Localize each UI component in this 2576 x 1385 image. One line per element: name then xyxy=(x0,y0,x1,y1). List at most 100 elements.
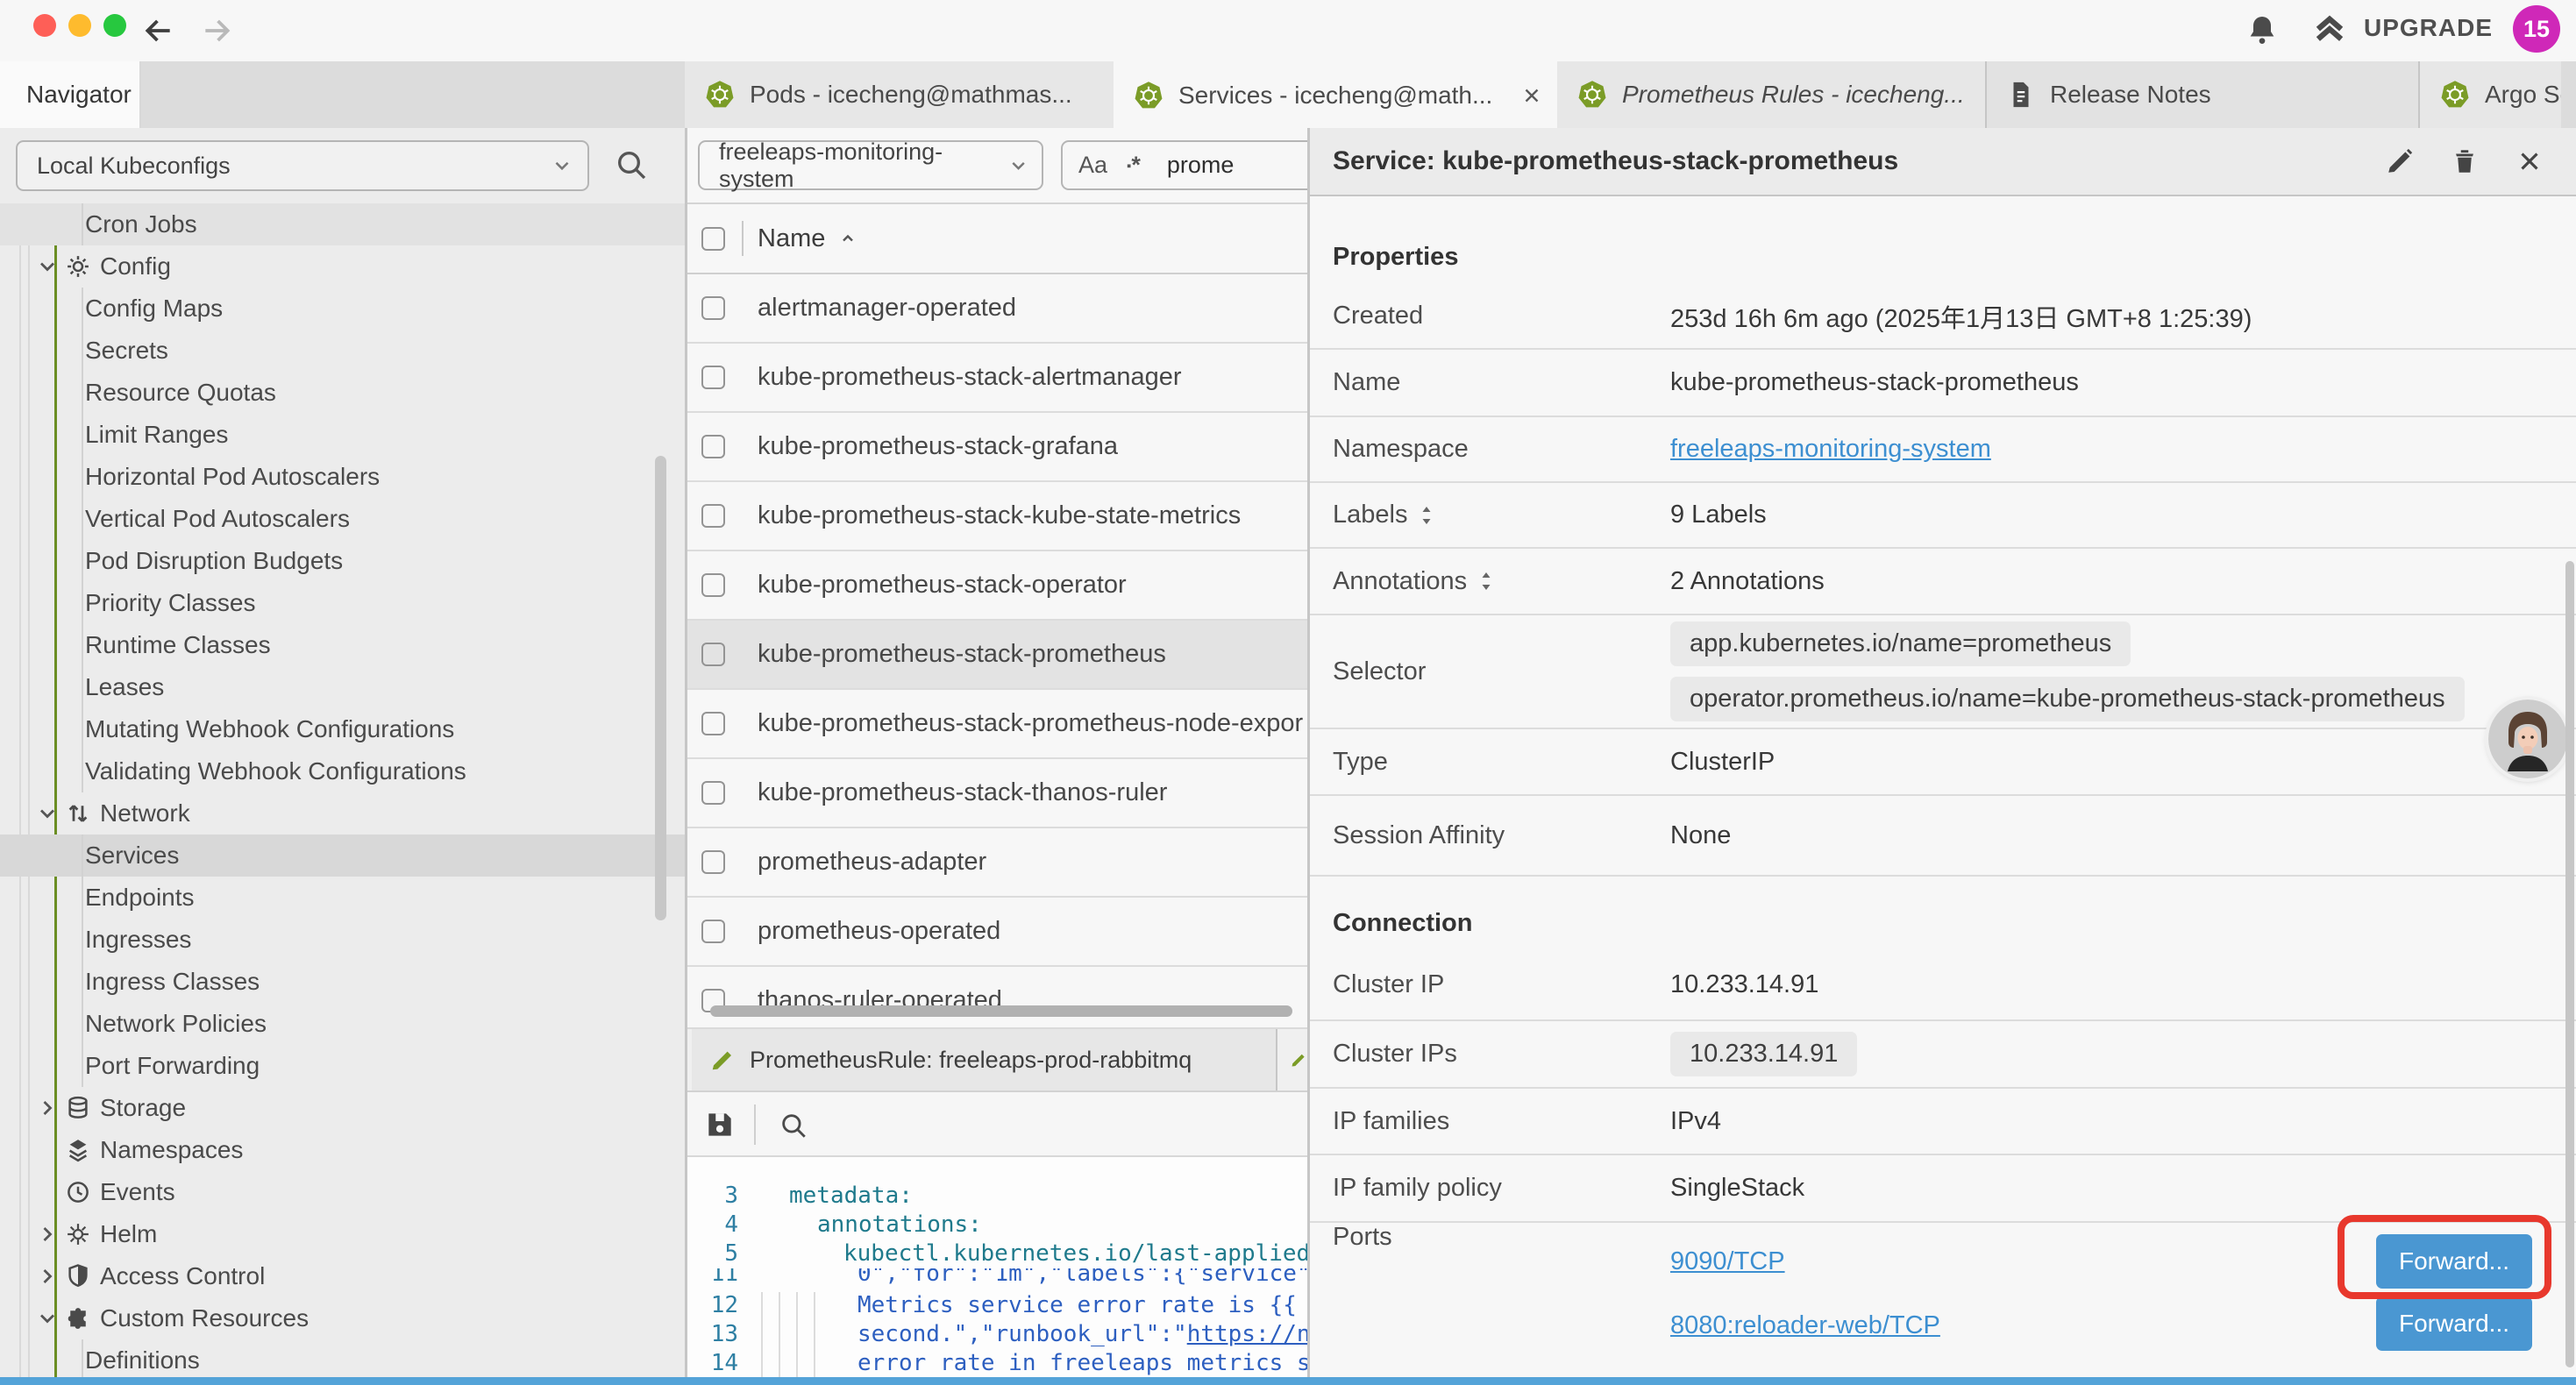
forward-button-8080-reloader-web-tcp[interactable]: Forward... xyxy=(2376,1296,2532,1351)
sidebar-item-definitions[interactable]: Definitions xyxy=(0,1339,685,1378)
sidebar-item-validating-webhook-configurations[interactable]: Validating Webhook Configurations xyxy=(0,750,685,792)
namespace-link[interactable]: freeleaps-monitoring-system xyxy=(1670,435,1991,463)
sidebar-item-network-policies[interactable]: Network Policies xyxy=(0,1003,685,1045)
sidebar-item-custom-resources[interactable]: Custom Resources xyxy=(0,1297,685,1339)
sidebar-item-events[interactable]: Events xyxy=(0,1171,685,1213)
sidebar-item-mutating-webhook-configurations[interactable]: Mutating Webhook Configurations xyxy=(0,708,685,750)
horizontal-scrollbar-thumb[interactable] xyxy=(710,1005,1292,1017)
user-avatar[interactable] xyxy=(2488,700,2567,778)
upgrade-icon[interactable] xyxy=(2311,11,2348,48)
search-input[interactable]: Aa ▪* prome xyxy=(1061,140,1307,190)
runbook-url-link[interactable]: https://net xyxy=(1187,1321,1307,1347)
close-window-button[interactable] xyxy=(33,14,56,37)
sidebar-item-priority-classes[interactable]: Priority Classes xyxy=(0,582,685,624)
row-checkbox[interactable] xyxy=(701,296,725,320)
name-column-header[interactable]: Name xyxy=(758,224,858,253)
bell-icon[interactable] xyxy=(2245,12,2280,47)
sort-updown-icon[interactable] xyxy=(1476,570,1497,593)
sidebar-item-runtime-classes[interactable]: Runtime Classes xyxy=(0,624,685,666)
sidebar-item-config[interactable]: Config xyxy=(0,245,685,288)
editor-tab-next[interactable] xyxy=(1277,1029,1307,1090)
tab-prometheus-rules-icecheng[interactable]: Prometheus Rules - icecheng... xyxy=(1557,61,1985,128)
sidebar-item-endpoints[interactable]: Endpoints xyxy=(0,877,685,919)
sidebar-item-leases[interactable]: Leases xyxy=(0,666,685,708)
table-row-kube-prometheus-stack-operator[interactable]: kube-prometheus-stack-operator xyxy=(687,551,1307,621)
tab-argo-se[interactable]: Argo Se xyxy=(2420,61,2561,128)
editor-tab-prometheusrule[interactable]: PrometheusRule: freeleaps-prod-rabbitmq xyxy=(692,1029,1277,1090)
navigator-panel-tab[interactable]: Navigator xyxy=(0,61,141,128)
minimize-window-button[interactable] xyxy=(68,14,91,37)
chevron-right-icon[interactable] xyxy=(35,1222,65,1246)
sidebar-search-icon[interactable] xyxy=(614,147,649,182)
chevron-down-icon[interactable] xyxy=(35,1306,65,1331)
chevron-down-icon[interactable] xyxy=(35,801,65,826)
row-checkbox[interactable] xyxy=(701,504,725,528)
sidebar-item-namespaces[interactable]: Namespaces xyxy=(0,1129,685,1171)
row-checkbox[interactable] xyxy=(701,435,725,458)
table-row-kube-prometheus-stack-thanos-ruler[interactable]: kube-prometheus-stack-thanos-ruler xyxy=(687,759,1307,828)
sidebar-scrollbar-thumb[interactable] xyxy=(655,456,666,920)
row-checkbox[interactable] xyxy=(701,643,725,666)
line-number: 14 xyxy=(687,1349,738,1378)
delete-trash-icon[interactable] xyxy=(2450,146,2480,176)
row-checkbox[interactable] xyxy=(701,920,725,943)
row-checkbox[interactable] xyxy=(701,573,725,597)
sidebar-item-access-control[interactable]: Access Control xyxy=(0,1255,685,1297)
editor-search-icon[interactable] xyxy=(779,1111,808,1140)
sidebar-item-cron-jobs[interactable]: Cron Jobs xyxy=(0,203,685,245)
table-row-prometheus-adapter[interactable]: prometheus-adapter xyxy=(687,828,1307,898)
notification-count-badge[interactable]: 15 xyxy=(2513,5,2560,53)
sidebar-item-ingresses[interactable]: Ingresses xyxy=(0,919,685,961)
sidebar-item-secrets[interactable]: Secrets xyxy=(0,330,685,372)
sidebar-item-limit-ranges[interactable]: Limit Ranges xyxy=(0,414,685,456)
row-checkbox[interactable] xyxy=(701,366,725,389)
sidebar-item-network[interactable]: Network xyxy=(0,792,685,835)
table-row-prometheus-operated[interactable]: prometheus-operated xyxy=(687,898,1307,967)
sidebar-item-vertical-pod-autoscalers[interactable]: Vertical Pod Autoscalers xyxy=(0,498,685,540)
table-row-kube-prometheus-stack-alertmanager[interactable]: kube-prometheus-stack-alertmanager xyxy=(687,344,1307,413)
port-link-8080-reloader-web-tcp[interactable]: 8080:reloader-web/TCP xyxy=(1670,1311,1940,1340)
chevron-down-icon[interactable] xyxy=(35,254,65,279)
sort-updown-icon[interactable] xyxy=(1416,504,1437,527)
sidebar-item-services[interactable]: Services xyxy=(0,835,685,877)
row-checkbox[interactable] xyxy=(701,850,725,874)
table-row-kube-prometheus-stack-grafana[interactable]: kube-prometheus-stack-grafana xyxy=(687,413,1307,482)
table-row-alertmanager-operated[interactable]: alertmanager-operated xyxy=(687,274,1307,344)
chevron-right-icon[interactable] xyxy=(35,1096,65,1120)
close-tab-icon[interactable] xyxy=(1520,84,1543,107)
table-row-thanos-ruler-operated[interactable]: thanos-ruler-operated xyxy=(687,967,1307,1036)
sidebar-item-config-maps[interactable]: Config Maps xyxy=(0,288,685,330)
sidebar-item-helm[interactable]: Helm xyxy=(0,1213,685,1255)
edit-pencil-icon[interactable] xyxy=(2385,146,2415,176)
row-checkbox[interactable] xyxy=(701,712,725,735)
namespace-dropdown[interactable]: freeleaps-monitoring-system xyxy=(698,140,1043,190)
sidebar-item-horizontal-pod-autoscalers[interactable]: Horizontal Pod Autoscalers xyxy=(0,456,685,498)
detail-label: Annotations xyxy=(1310,567,1670,596)
sidebar-item-storage[interactable]: Storage xyxy=(0,1087,685,1129)
row-checkbox[interactable] xyxy=(701,781,725,805)
sidebar-item-resource-quotas[interactable]: Resource Quotas xyxy=(0,372,685,414)
close-icon[interactable] xyxy=(2515,146,2544,176)
table-row-kube-prometheus-stack-prometheus-node-expor[interactable]: kube-prometheus-stack-prometheus-node-ex… xyxy=(687,690,1307,759)
match-case-toggle[interactable]: Aa xyxy=(1078,152,1107,179)
port-link-9090-tcp[interactable]: 9090/TCP xyxy=(1670,1247,1785,1276)
back-arrow-icon[interactable] xyxy=(142,14,175,47)
tab-pods-icecheng-mathmas[interactable]: Pods - icecheng@mathmas... xyxy=(685,61,1114,128)
table-row-kube-prometheus-stack-kube-state-metrics[interactable]: kube-prometheus-stack-kube-state-metrics xyxy=(687,482,1307,551)
zoom-window-button[interactable] xyxy=(103,14,126,37)
forward-arrow-icon[interactable] xyxy=(200,14,233,47)
detail-scrollbar-thumb[interactable] xyxy=(2565,561,2574,1367)
yaml-editor[interactable]: 3metadata:4annotations:5kubectl.kubernet… xyxy=(687,1157,1307,1378)
regex-toggle[interactable]: ▪* xyxy=(1127,152,1141,179)
save-icon[interactable] xyxy=(703,1108,737,1141)
upgrade-button[interactable]: UPGRADE xyxy=(2364,14,2493,42)
sidebar-item-pod-disruption-budgets[interactable]: Pod Disruption Budgets xyxy=(0,540,685,582)
kubeconfig-dropdown[interactable]: Local Kubeconfigs xyxy=(16,140,589,191)
sidebar-item-ingress-classes[interactable]: Ingress Classes xyxy=(0,961,685,1003)
sidebar-item-port-forwarding[interactable]: Port Forwarding xyxy=(0,1045,685,1087)
chevron-right-icon[interactable] xyxy=(35,1264,65,1289)
tab-services-icecheng-math[interactable]: Services - icecheng@math... xyxy=(1114,61,1557,130)
select-all-checkbox[interactable] xyxy=(701,227,725,251)
tab-release-notes[interactable]: Release Notes xyxy=(1985,61,2420,128)
table-row-kube-prometheus-stack-prometheus[interactable]: kube-prometheus-stack-prometheus xyxy=(687,621,1307,690)
